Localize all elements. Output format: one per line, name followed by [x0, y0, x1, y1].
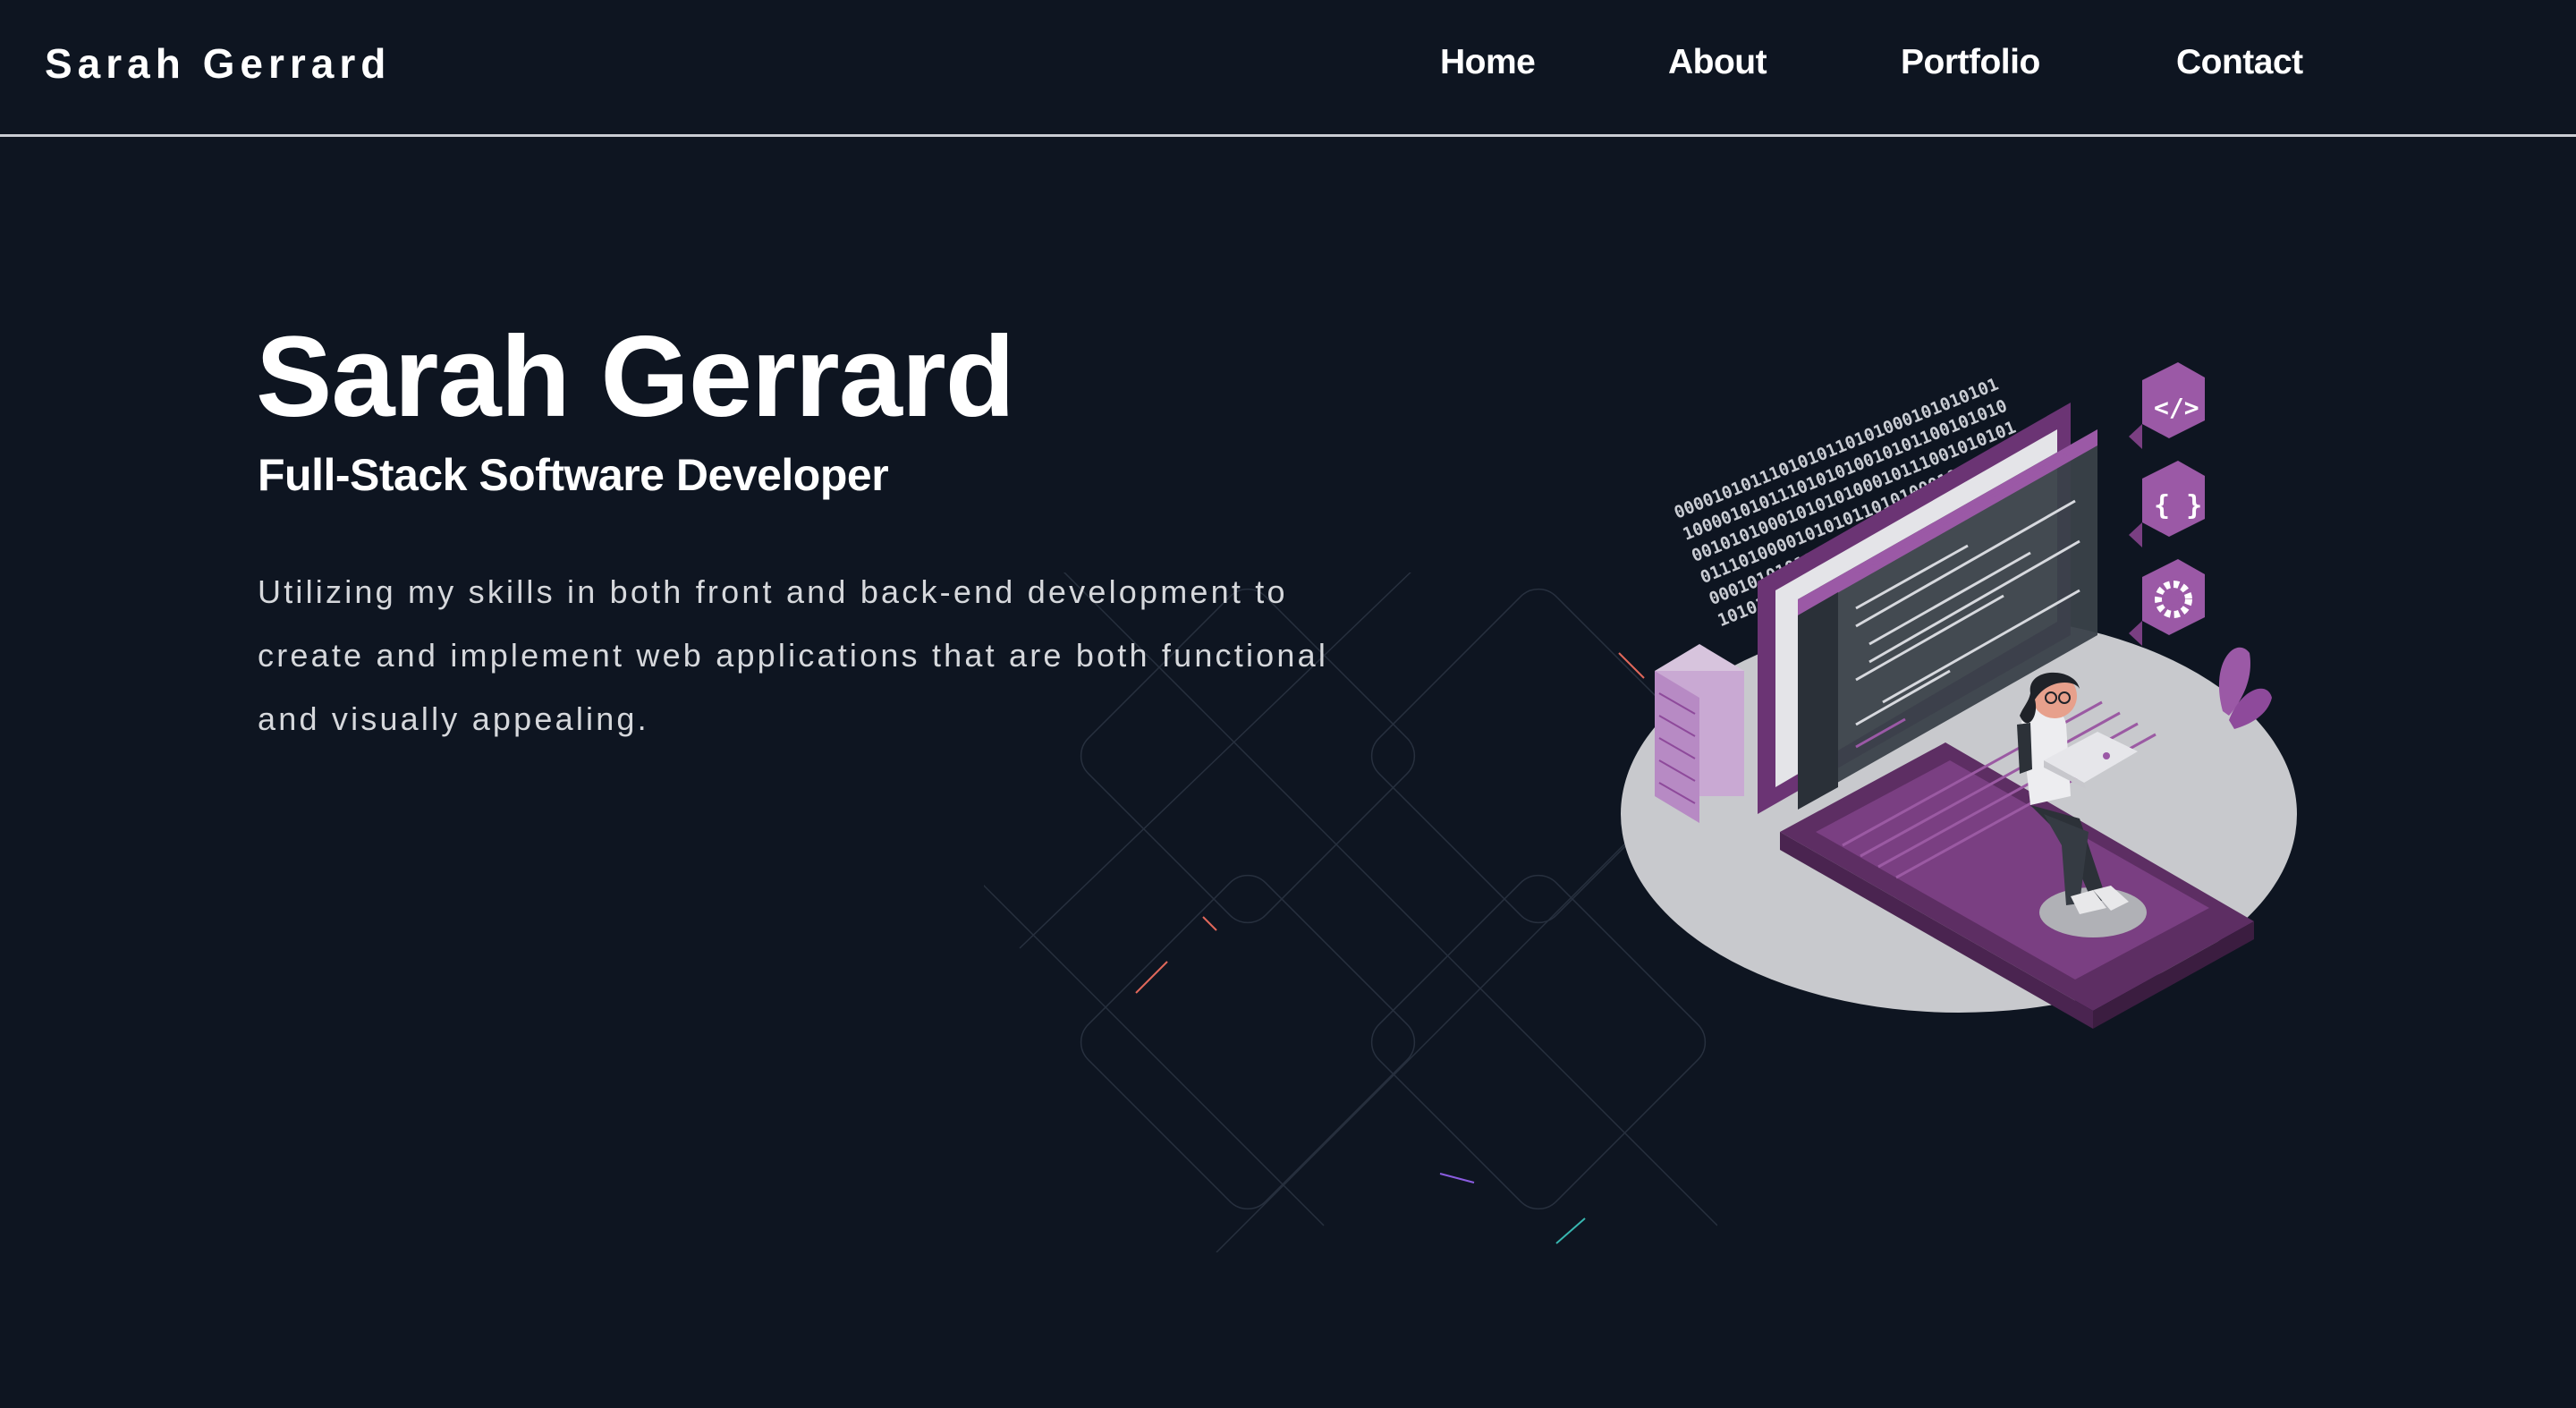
- svg-text:{ }: { }: [2154, 490, 2202, 522]
- developer-illustration: 0000101011101010110101000101010101 10000…: [1621, 362, 2297, 1029]
- nav-about-link[interactable]: About: [1668, 43, 1767, 82]
- server-stack: [1655, 644, 1744, 823]
- braces-icon: { }: [2129, 461, 2205, 547]
- navbar: Sarah Gerrard Home About Portfolio Conta…: [0, 0, 2576, 137]
- hero-subtitle: Full-Stack Software Developer: [258, 450, 889, 500]
- hero-title: Sarah Gerrard: [256, 313, 1015, 441]
- nav-home-link[interactable]: Home: [1440, 43, 1536, 82]
- nav-menu: Home About Portfolio Contact: [0, 43, 2576, 97]
- code-tag-icon: </>: [2129, 362, 2205, 449]
- gear-icon: [2129, 559, 2205, 646]
- nav-portfolio-link[interactable]: Portfolio: [1901, 43, 2040, 82]
- hero-description: Utilizing my skills in both front and ba…: [258, 573, 1329, 737]
- svg-text:</>: </>: [2154, 393, 2199, 422]
- nav-contact-link[interactable]: Contact: [2176, 43, 2303, 82]
